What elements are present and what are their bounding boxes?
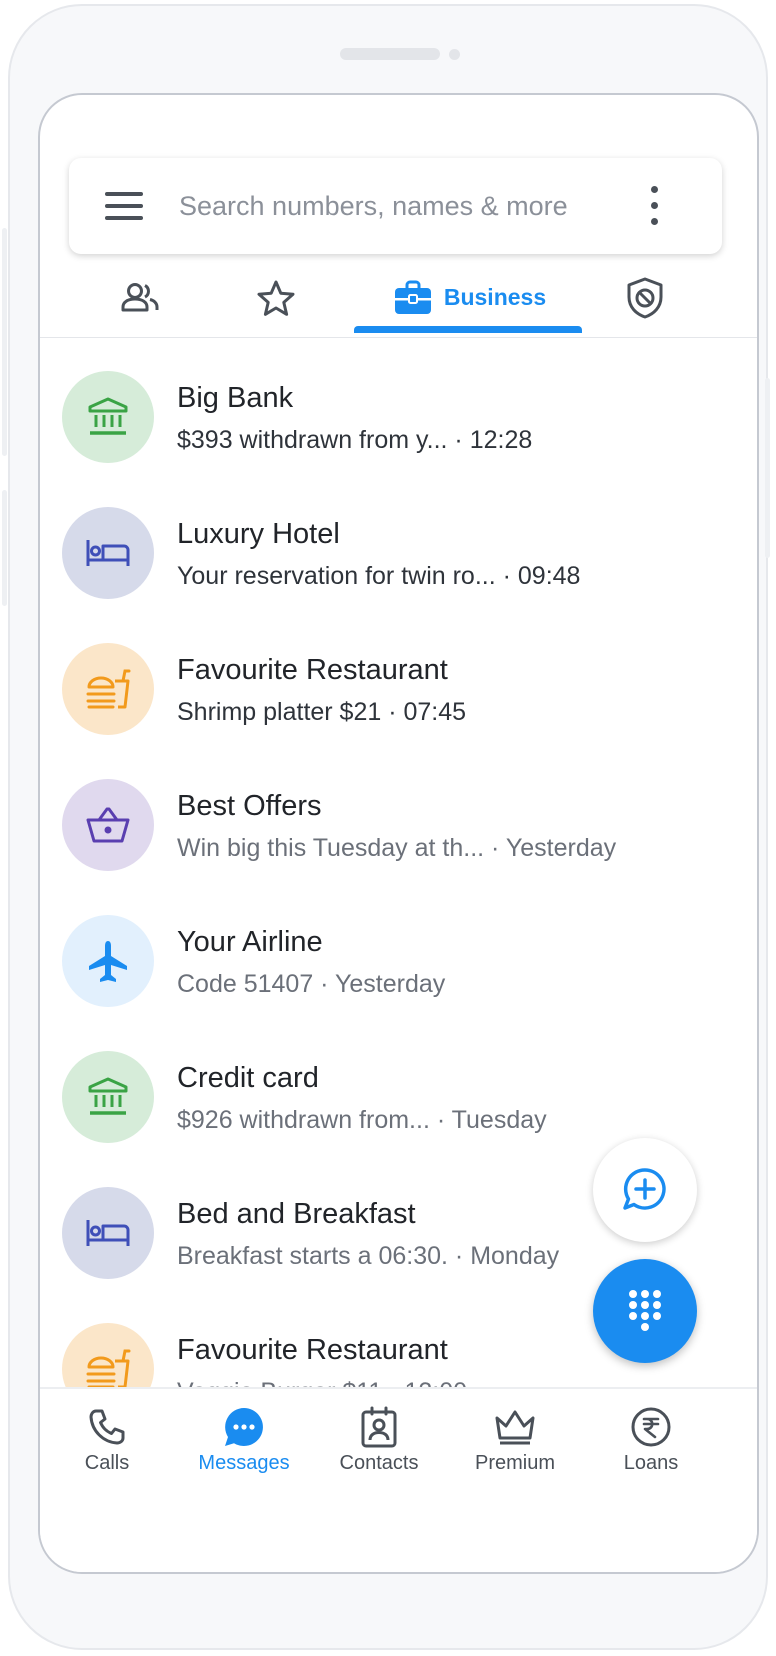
bank-icon [88,397,128,435]
sender-name: Favourite Restaurant [177,1334,448,1366]
message-preview: $393 withdrawn from y... · 12:28 [177,426,533,454]
dialpad-icon [629,1290,661,1331]
avatar [62,779,154,871]
fastfood-icon [86,1349,131,1389]
crown-icon [495,1410,535,1445]
bank-icon [88,1077,128,1115]
nav-messages[interactable]: Messages [179,1389,309,1499]
list-item[interactable]: Your Airline Code 51407 · Yesterday [40,882,757,1018]
nav-calls-label: Calls [84,1452,130,1474]
message-preview: Win big this Tuesday at th... · Yesterda… [177,834,617,862]
bed-icon [86,540,130,566]
avatar [62,1187,154,1279]
message-preview: $926 withdrawn from... · Tuesday [177,1106,547,1134]
sender-name: Best Offers [177,790,322,822]
list-item[interactable]: Big Bank $393 withdrawn from y... · 12:2… [40,338,757,474]
avatar [62,915,154,1007]
new-message-button[interactable] [593,1138,697,1242]
app-screen: Business Big [38,93,759,1574]
bottom-navigation: Calls Messages Contacts Premium Loans [40,1387,757,1572]
avatar [62,507,154,599]
contact-card-icon [361,1406,397,1448]
nav-messages-label: Messages [198,1452,290,1474]
phone-side-button [2,228,7,456]
sender-name: Luxury Hotel [177,518,340,550]
list-item[interactable]: Credit card $926 withdrawn from... · Tue… [40,1018,757,1154]
message-preview: Code 51407 · Yesterday [177,970,446,998]
nav-premium-label: Premium [474,1452,555,1474]
tab-contacts[interactable] [100,258,180,337]
phone-side-button [2,490,7,606]
phone-icon [89,1409,125,1445]
message-preview: Your reservation for twin ro... · 09:48 [177,562,581,590]
nav-calls[interactable]: Calls [42,1389,172,1499]
list-item[interactable]: Luxury Hotel Your reservation for twin r… [40,474,757,610]
star-icon [257,280,295,316]
sender-name: Credit card [177,1062,319,1094]
sender-name: Bed and Breakfast [177,1198,416,1230]
phone-speaker [340,48,440,60]
search-bar [69,158,722,254]
nav-loans[interactable]: Loans [586,1389,716,1499]
tab-business-label: Business [443,284,547,310]
avatar [62,1323,154,1389]
shield-block-icon [627,277,663,318]
list-item[interactable]: Favourite Restaurant Shrimp platter $21 … [40,610,757,746]
avatar [62,1051,154,1143]
message-preview: Breakfast starts a 06:30. · Monday [177,1242,560,1270]
basket-icon [86,807,130,843]
sender-name: Big Bank [177,382,294,414]
bed-icon [86,1220,130,1246]
briefcase-icon [394,280,431,314]
active-tab-indicator [354,326,582,333]
sender-name: Your Airline [177,926,323,958]
search-input[interactable] [179,180,609,232]
list-item[interactable]: Best Offers Win big this Tuesday at th..… [40,746,757,882]
dialpad-button[interactable] [593,1259,697,1363]
rupee-icon [631,1407,671,1447]
nav-premium[interactable]: Premium [450,1389,580,1499]
chat-bubble-icon [225,1408,263,1446]
hamburger-menu-icon[interactable] [105,192,143,220]
tab-spam-blocking[interactable] [605,258,685,337]
nav-contacts[interactable]: Contacts [314,1389,444,1499]
fastfood-icon [86,669,131,709]
phone-side-button [765,378,770,558]
avatar [62,643,154,735]
sender-name: Favourite Restaurant [177,654,448,686]
message-preview: Shrimp platter $21 · 07:45 [177,698,467,726]
contacts-icon [121,282,159,311]
more-options-icon[interactable] [649,184,659,228]
phone-camera [449,49,460,60]
nav-contacts-label: Contacts [339,1452,419,1474]
nav-loans-label: Loans [623,1452,679,1474]
airplane-icon [89,941,127,982]
phone-frame: Business Big [2,4,770,1650]
tab-favourites[interactable] [236,258,316,337]
add-chat-icon [623,1168,666,1210]
avatar [62,371,154,463]
